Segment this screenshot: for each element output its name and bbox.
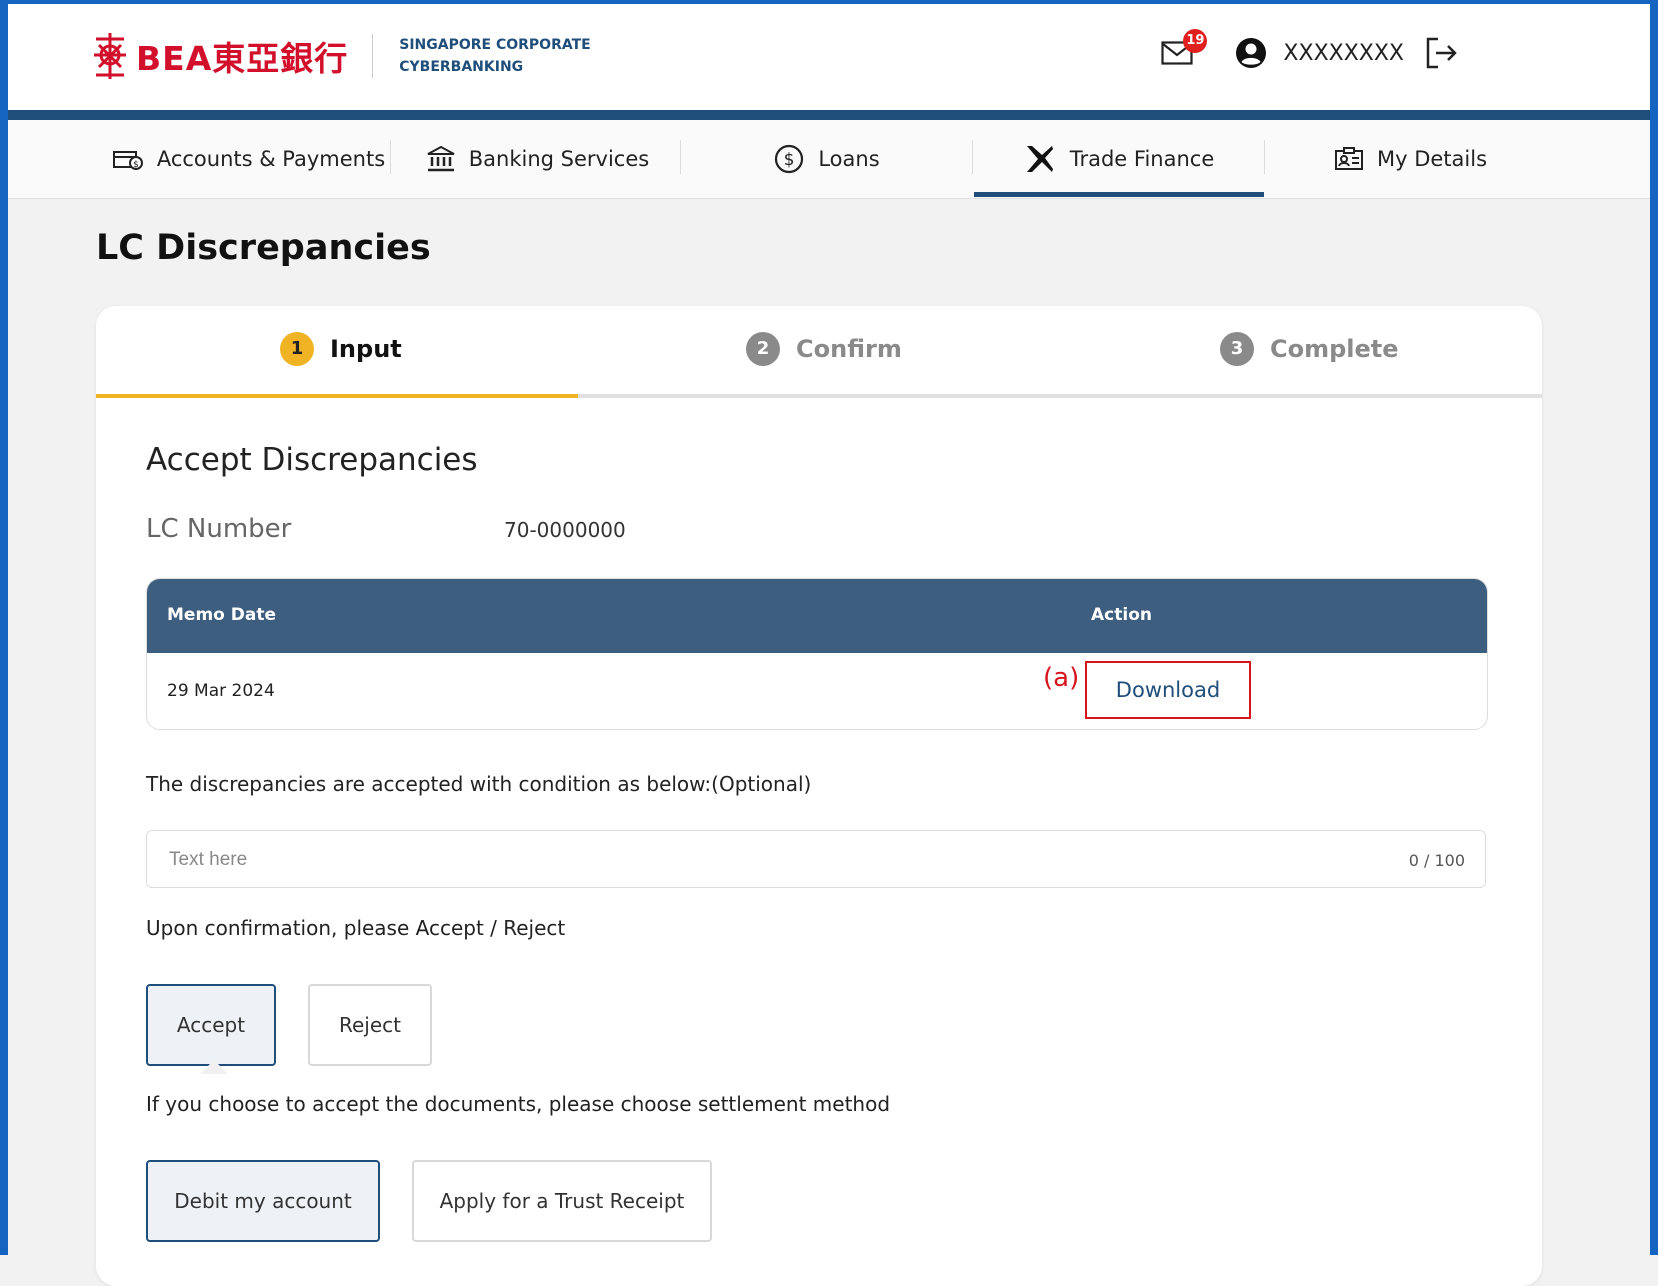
corp-line-2: CYBERBANKING	[399, 59, 524, 75]
table-row: 29 Mar 2024 (a) Download	[147, 653, 1487, 729]
mail-count-badge: 19	[1183, 29, 1208, 53]
nav-label: My Details	[1376, 147, 1488, 171]
annotation-label: (a)	[1043, 663, 1080, 693]
step-confirm: 2 Confirm	[746, 332, 902, 366]
nav-banking-services[interactable]: Banking Services	[396, 120, 680, 198]
nav-label: Loans	[818, 147, 880, 171]
logo-divider	[372, 34, 374, 78]
memo-table: Memo Date Action 29 Mar 2024 (a) Downloa…	[146, 578, 1488, 730]
header-rule	[8, 110, 1650, 120]
nav-label: Trade Finance	[1069, 147, 1215, 171]
reject-button[interactable]: Reject	[308, 984, 432, 1066]
username: XXXXXXXX	[1283, 40, 1404, 66]
bea-logo[interactable]: BEA東亞銀行 SINGAPORE CORPORATE CYBERBANKING	[90, 28, 591, 84]
step-label: Confirm	[796, 335, 902, 363]
step-number: 2	[746, 332, 780, 366]
nav-loans[interactable]: $ Loans	[682, 120, 972, 198]
corporate-label: SINGAPORE CORPORATE CYBERBANKING	[399, 34, 590, 78]
nav-divider	[390, 140, 391, 174]
condition-input[interactable]	[167, 845, 1371, 875]
form-card: 1 Input 2 Confirm 3 Complete Accept Disc…	[96, 306, 1542, 1286]
lc-number-label: LC Number	[146, 514, 292, 544]
section-title: Accept Discrepancies	[146, 442, 478, 478]
svg-text:$: $	[133, 160, 139, 170]
trust-receipt-button[interactable]: Apply for a Trust Receipt	[412, 1160, 712, 1242]
main-nav: $ Accounts & Payments Banking Services $…	[8, 120, 1650, 199]
corp-line-1: SINGAPORE CORPORATE	[399, 37, 591, 53]
header-actions: 19 XXXXXXXX	[1161, 29, 1458, 70]
page-title: LC Discrepancies	[96, 228, 431, 268]
table-header: Memo Date Action	[147, 579, 1487, 653]
nav-active-underline	[974, 192, 1264, 197]
nav-divider	[680, 140, 681, 174]
lc-number-value: 70-0000000	[504, 518, 626, 542]
nav-label: Accounts & Payments	[156, 147, 386, 171]
condition-label: The discrepancies are accepted with cond…	[146, 772, 812, 796]
condition-field: 0 / 100	[146, 830, 1486, 888]
stepper: 1 Input 2 Confirm 3 Complete	[96, 306, 1542, 400]
inbox-button[interactable]: 19	[1161, 29, 1208, 65]
bank-icon	[427, 146, 455, 172]
column-header-action: Action	[1091, 605, 1152, 625]
svg-text:$: $	[784, 150, 795, 170]
confirm-instruction: Upon confirmation, please Accept / Rejec…	[146, 916, 566, 940]
debit-account-button[interactable]: Debit my account	[146, 1160, 380, 1242]
nav-my-details[interactable]: My Details	[1266, 120, 1556, 198]
dollar-circle-icon: $	[775, 144, 804, 174]
stepper-progress	[96, 394, 578, 398]
step-number: 1	[280, 332, 314, 366]
selection-pointer	[200, 1060, 228, 1074]
wallet-icon: $	[112, 151, 143, 170]
char-counter: 0 / 100	[1408, 851, 1465, 870]
settlement-instruction: If you choose to accept the documents, p…	[146, 1092, 891, 1116]
nav-label: Banking Services	[468, 147, 650, 171]
nav-divider	[1264, 140, 1265, 174]
step-complete: 3 Complete	[1220, 332, 1399, 366]
bea-emblem-icon	[94, 33, 126, 79]
user-avatar-icon[interactable]	[1235, 37, 1267, 69]
logo-text: BEA東亞銀行	[136, 39, 349, 78]
step-number: 3	[1220, 332, 1254, 366]
logout-icon[interactable]	[1424, 36, 1458, 70]
column-header-memo-date: Memo Date	[167, 605, 276, 625]
nav-accounts-payments[interactable]: $ Accounts & Payments	[104, 120, 394, 198]
step-label: Complete	[1270, 335, 1399, 363]
id-card-icon	[1334, 147, 1363, 170]
step-label: Input	[330, 335, 402, 363]
accept-button[interactable]: Accept	[146, 984, 276, 1066]
nav-divider	[972, 140, 973, 174]
step-input: 1 Input	[280, 332, 402, 366]
memo-date-cell: 29 Mar 2024	[167, 681, 275, 701]
airplane-icon	[1026, 146, 1053, 172]
download-button[interactable]: Download	[1085, 661, 1251, 719]
nav-trade-finance[interactable]: Trade Finance	[974, 120, 1264, 198]
